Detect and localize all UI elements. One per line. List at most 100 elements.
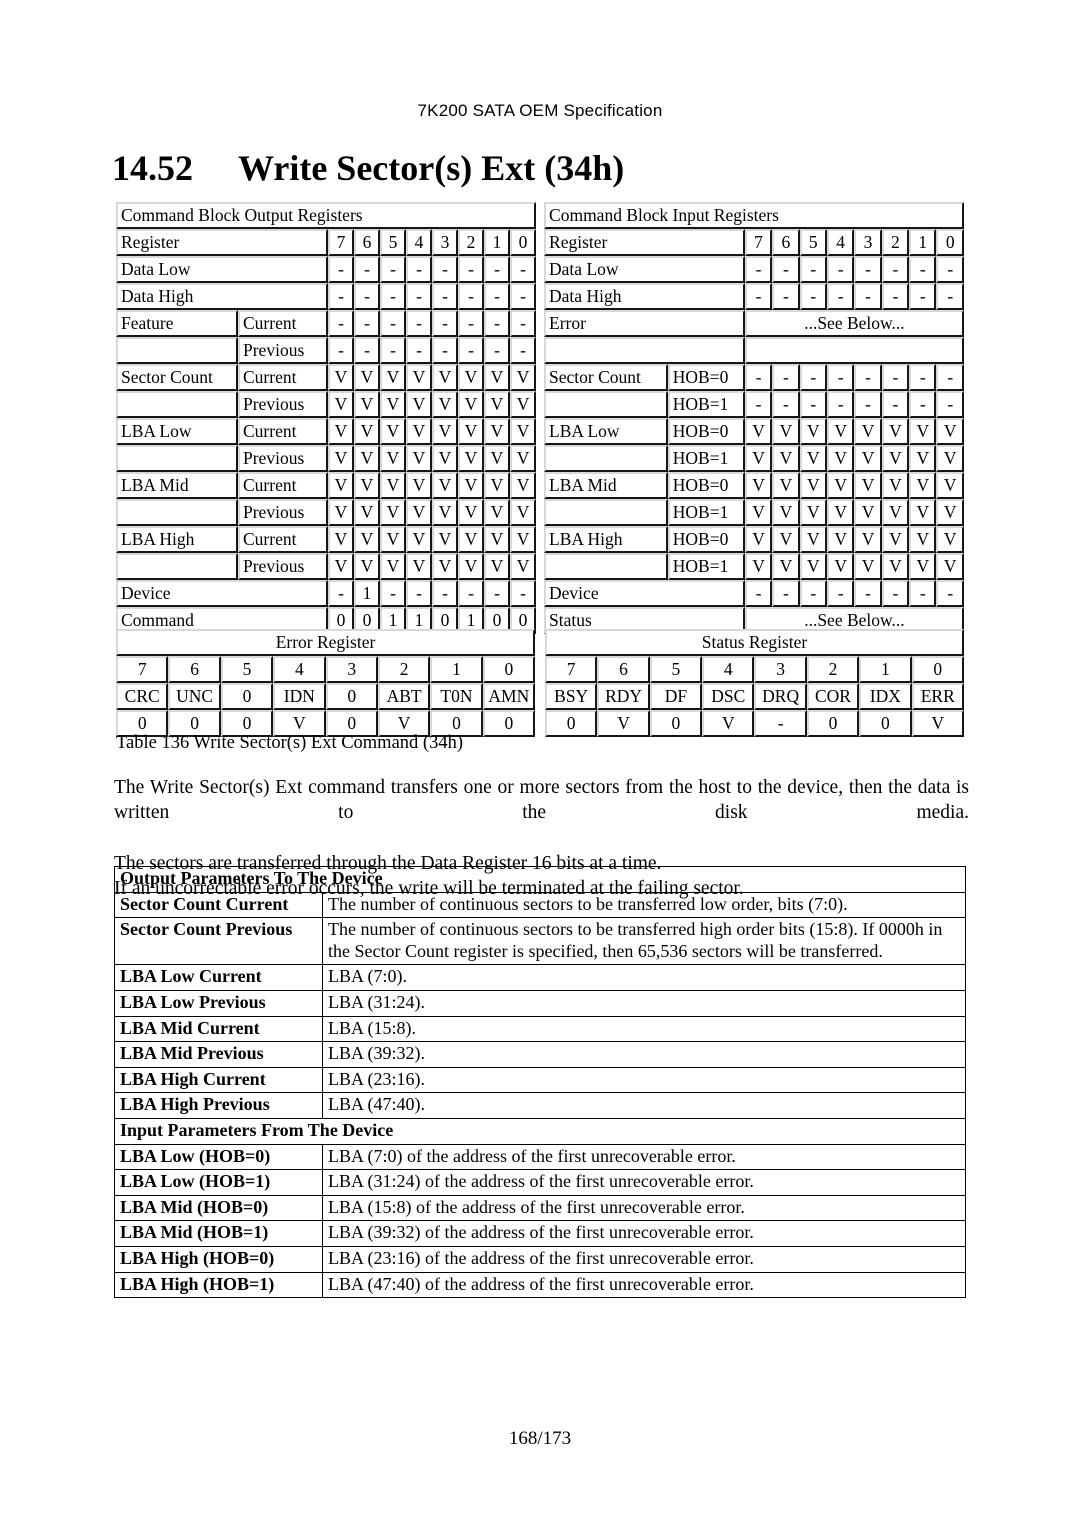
register-bit-value: V [936, 418, 964, 445]
register-bit-value: V [909, 445, 937, 472]
register-bit-value: - [826, 283, 855, 310]
parameter-key: LBA High (HOB=1) [114, 1271, 323, 1299]
register-header-row: Register 7 6 5 4 3 2 1 0 [544, 229, 964, 256]
register-header-row: Register 7 6 5 4 3 2 1 0 [116, 229, 537, 256]
status-register-value-cell: V [597, 710, 650, 737]
register-bit-value: - [772, 364, 800, 391]
status-register-table: Status Register 7 6 5 4 3 2 1 0 BSY RDY DF DSC DRQ COR… [545, 629, 964, 737]
register-bit-value: V [458, 418, 484, 445]
bit-header-7: 7 [744, 229, 773, 256]
parameters-row: LBA Low Current LBA (7:0). [114, 964, 966, 991]
section-number: 14.52 [112, 148, 193, 188]
register-bit-value: V [826, 526, 855, 553]
register-bit-value: V [772, 418, 800, 445]
register-bit-value: - [881, 364, 910, 391]
status-register-bit-cell: 2 [806, 656, 860, 683]
section-heading-text: Write Sector(s) Ext (34h) [238, 148, 625, 188]
parameters-row: LBA Low (HOB=1) LBA (31:24) of the addres… [114, 1169, 966, 1196]
status-register-bit-cell: 7 [545, 656, 598, 683]
register-bit-value: - [406, 283, 432, 310]
register-bit-value: - [432, 310, 458, 337]
error-register-value-cell: 0 [482, 710, 535, 737]
register-hob: HOB=1 [667, 391, 745, 418]
register-name: LBA High [544, 526, 668, 553]
bit-header-6: 6 [772, 229, 800, 256]
register-bit-value: V [354, 553, 380, 580]
register-bit-value: - [510, 310, 537, 337]
register-qualifier: Current [238, 310, 328, 337]
status-register-value-cell: 0 [806, 710, 860, 737]
register-bit-value: V [881, 418, 910, 445]
register-qualifier: Current [238, 418, 328, 445]
register-bit-value: V [854, 499, 882, 526]
register-bit-value: V [799, 418, 827, 445]
register-bit-value: - [854, 580, 882, 607]
register-bit-value: - [772, 391, 800, 418]
register-bit-value: - [799, 580, 827, 607]
register-bit-value: - [510, 283, 537, 310]
register-row: HOB=1 V V V V V V V V [544, 445, 964, 472]
register-bit-value: V [881, 472, 910, 499]
register-bit-value: V [744, 418, 773, 445]
bit-header-5: 5 [380, 229, 406, 256]
register-bit-value: V [406, 553, 432, 580]
register-hob: HOB=1 [667, 553, 745, 580]
register-bit-value: V [458, 364, 484, 391]
register-bit-value: V [854, 418, 882, 445]
register-row: Sector Count HOB=0- - - - - - - - [544, 364, 964, 391]
register-row: HOB=1- - - - - - - - [544, 391, 964, 418]
register-bit-value: - [744, 364, 773, 391]
input-registers-body: Command Block Input Registers Register 7 6 5… [544, 202, 964, 634]
register-table-caption: Command Block Input Registers [544, 202, 964, 229]
register-bit-value: - [458, 283, 484, 310]
parameters-row: LBA Mid (HOB=1) LBA (39:32) of the addres… [114, 1220, 966, 1247]
document-page: 7K200 SATA OEM Specification 14.52 Write … [0, 0, 1080, 1527]
error-register-bit-row: 76543210 [116, 656, 535, 683]
register-bit-value: V [484, 418, 510, 445]
bit-header-7: 7 [328, 229, 354, 256]
status-register-bit-cell: 0 [911, 656, 964, 683]
register-bit-value: - [799, 391, 827, 418]
parameter-value: LBA (23:16). [322, 1066, 966, 1094]
register-bit-value: V [510, 553, 537, 580]
register-bit-value: V [380, 553, 406, 580]
register-bit-value: V [484, 499, 510, 526]
register-bit-value: - [826, 580, 855, 607]
error-register-name-cell: 0 [220, 683, 274, 710]
error-register-name-cell: T0N [430, 683, 483, 710]
register-bit-value: - [380, 580, 406, 607]
register-bit-value: - [458, 580, 484, 607]
register-bit-value: V [484, 445, 510, 472]
error-register-bit-cell: 6 [168, 656, 221, 683]
parameters-row: LBA High (HOB=1) LBA (47:40) of the addre… [114, 1271, 966, 1299]
bit-header-0: 0 [936, 229, 964, 256]
register-hob: HOB=0 [667, 418, 745, 445]
register-bit-value: V [772, 526, 800, 553]
register-bit-value: V [881, 499, 910, 526]
register-bit-value: V [909, 499, 937, 526]
register-bit-value: V [458, 472, 484, 499]
register-bit-value: - [432, 256, 458, 283]
parameter-key: LBA Low (HOB=1) [114, 1169, 323, 1196]
command-block-registers: Command Block Output Registers Register 7 6… [116, 202, 964, 634]
register-name: Data Low [544, 256, 745, 283]
register-bit-value: - [484, 337, 510, 364]
parameter-key: LBA High Previous [114, 1092, 323, 1119]
register-bit-value: V [484, 526, 510, 553]
register-bit-value: V [432, 472, 458, 499]
register-bit-value: V [936, 526, 964, 553]
register-bit-value: V [406, 391, 432, 418]
bit-header-4: 4 [406, 229, 432, 256]
register-bit-value: - [936, 391, 964, 418]
status-register-body: Status Register 7 6 5 4 3 2 1 0 BSY RDY DF DSC DRQ COR… [545, 629, 964, 737]
register-qualifier: Previous [238, 553, 328, 580]
register-bit-value: - [328, 256, 354, 283]
register-bit-value: V [510, 445, 537, 472]
register-bit-value: V [854, 526, 882, 553]
register-hob: HOB=1 [667, 499, 745, 526]
register-bit-value: - [510, 256, 537, 283]
register-bit-value: - [909, 283, 937, 310]
register-bit-value: - [744, 391, 773, 418]
register-bit-value: - [854, 256, 882, 283]
register-qualifier: Current [238, 472, 328, 499]
